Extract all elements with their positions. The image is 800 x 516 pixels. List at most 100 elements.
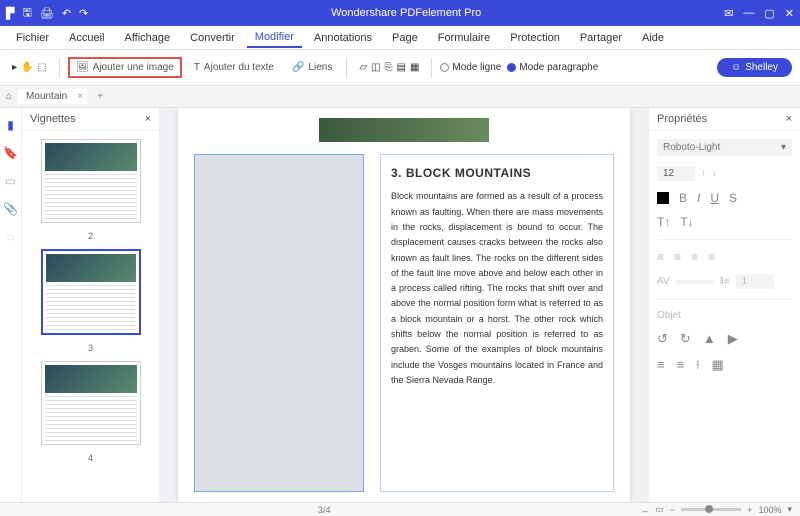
objet-label: Objet	[657, 310, 792, 321]
menu-annotations[interactable]: Annotations	[306, 29, 380, 47]
print-icon[interactable]: 🖨	[40, 7, 54, 20]
char-spacing-input[interactable]	[676, 280, 714, 284]
close-icon[interactable]: ✕	[785, 7, 794, 20]
font-color-swatch[interactable]	[657, 192, 669, 204]
redo-icon[interactable]: ↷	[79, 7, 88, 20]
page-top-image[interactable]	[319, 118, 489, 142]
minimize-icon[interactable]: —	[743, 7, 754, 19]
thumbnails-title: Vignettes	[30, 113, 76, 125]
search-icon[interactable]: ◌	[7, 230, 14, 244]
comments-icon[interactable]: ▭	[5, 174, 16, 188]
obj-align-left-icon[interactable]: ≡	[657, 357, 665, 373]
pointer-icon[interactable]: ▸	[12, 62, 17, 73]
mail-icon[interactable]: ✉	[724, 7, 733, 20]
maximize-icon[interactable]: ▢	[764, 7, 774, 20]
add-text-button[interactable]: T Ajouter du texte	[188, 58, 280, 77]
menu-partager[interactable]: Partager	[572, 29, 630, 47]
title-bar: ▛ 🖫 🖨 ↶ ↷ Wondershare PDFelement Pro ✉ —…	[0, 0, 800, 26]
panel-close-icon[interactable]: ×	[786, 113, 792, 125]
rotate-left-icon[interactable]: ↺	[657, 331, 668, 347]
header-icon[interactable]: ▤	[396, 62, 405, 73]
attachments-icon[interactable]: 📎	[3, 202, 18, 216]
obj-align-v-icon[interactable]: ⟊	[696, 357, 699, 373]
chevron-down-icon[interactable]: ▾	[787, 504, 792, 515]
size-up-icon[interactable]: ↑	[701, 168, 706, 179]
page-indicator: 3/4	[8, 505, 640, 515]
line-spacing-input[interactable]: 1	[736, 274, 774, 289]
superscript-icon[interactable]: T↑	[657, 215, 670, 229]
thumbnail-page-2[interactable]	[41, 139, 141, 223]
subscript-icon[interactable]: T↓	[680, 215, 693, 229]
menu-accueil[interactable]: Accueil	[61, 29, 112, 47]
properties-panel: Propriétés × Roboto-Light ▾ 12 ↑ ↓ B I U…	[648, 108, 800, 502]
obj-align-center-icon[interactable]: ≡	[677, 357, 685, 373]
underline-icon[interactable]: U	[710, 191, 719, 205]
new-tab-icon[interactable]: +	[93, 91, 107, 102]
doc-tab-mountain[interactable]: Mountain ×	[18, 89, 87, 104]
zoom-out-icon[interactable]: −	[670, 505, 675, 515]
background-icon[interactable]: ⎘	[384, 62, 392, 73]
italic-icon[interactable]: I	[697, 191, 700, 205]
divider	[657, 239, 792, 240]
image-placeholder[interactable]	[194, 154, 364, 492]
rotate-right-icon[interactable]: ↻	[680, 331, 691, 347]
menu-formulaire[interactable]: Formulaire	[430, 29, 499, 47]
size-down-icon[interactable]: ↓	[712, 168, 717, 179]
menu-aide[interactable]: Aide	[634, 29, 672, 47]
zoom-in-icon[interactable]: +	[747, 505, 752, 515]
bookmark-icon[interactable]: 🔖	[3, 146, 18, 160]
crop-icon[interactable]: ▱	[359, 62, 367, 73]
menu-page[interactable]: Page	[384, 29, 426, 47]
thumb-label-3: 3	[88, 343, 93, 353]
thumbnail-page-4[interactable]	[41, 361, 141, 445]
align-left-icon[interactable]: ≡	[657, 250, 664, 264]
links-button[interactable]: 🔗 Liens	[286, 58, 338, 77]
align-center-icon[interactable]: ≡	[674, 250, 681, 264]
menu-fichier[interactable]: Fichier	[8, 29, 57, 47]
watermark-icon[interactable]: ◫	[371, 62, 380, 73]
bates-icon[interactable]: ▦	[410, 62, 419, 73]
add-text-label: Ajouter du texte	[204, 62, 274, 73]
tab-close-icon[interactable]: ×	[77, 91, 83, 102]
strike-icon[interactable]: S	[729, 191, 737, 205]
flip-h-icon[interactable]: ▶	[728, 331, 738, 347]
page-canvas: 3. BLOCK MOUNTAINS Block mountains are f…	[178, 108, 630, 502]
home-icon[interactable]: ⌂	[6, 91, 12, 102]
mode-line-radio[interactable]: Mode ligne	[440, 62, 501, 73]
font-size-value: 12	[663, 168, 674, 179]
section-body: Block mountains are formed as a result o…	[391, 189, 603, 388]
zoom-slider[interactable]	[681, 508, 741, 511]
align-justify-icon[interactable]: ≡	[708, 250, 715, 264]
select-icon[interactable]: ⬚	[37, 62, 46, 73]
fit-page-icon[interactable]: ▭	[655, 504, 664, 515]
obj-more-icon[interactable]: ▦	[712, 357, 724, 373]
menu-modifier[interactable]: Modifier	[247, 28, 302, 48]
add-image-label: Ajouter une image	[93, 62, 174, 73]
menu-convertir[interactable]: Convertir	[182, 29, 243, 47]
chevron-down-icon: ▾	[781, 142, 786, 153]
menu-affichage[interactable]: Affichage	[116, 29, 178, 47]
undo-icon[interactable]: ↶	[62, 7, 71, 20]
thumbnails-icon[interactable]: ▮	[7, 118, 14, 132]
font-size-input[interactable]: 12	[657, 166, 695, 181]
menu-protection[interactable]: Protection	[502, 29, 568, 47]
zoom-value: 100%	[758, 505, 781, 515]
thumbnails-list[interactable]: 2 3 4	[22, 131, 159, 502]
align-right-icon[interactable]: ≡	[691, 250, 698, 264]
document-viewport[interactable]: 3. BLOCK MOUNTAINS Block mountains are f…	[160, 108, 648, 502]
add-image-button[interactable]: 🖼 Ajouter une image	[68, 57, 182, 78]
save-icon[interactable]: 🖫	[22, 4, 31, 23]
thumb-label-2: 2	[88, 231, 93, 241]
thumbnail-page-3[interactable]	[41, 249, 141, 335]
bold-icon[interactable]: B	[679, 191, 687, 205]
user-badge[interactable]: ☺ Shelley	[717, 58, 792, 77]
shape-tools: ▱ ◫ ⎘ ▤ ▦	[355, 62, 423, 73]
font-family-select[interactable]: Roboto-Light ▾	[657, 139, 792, 156]
fit-width-icon[interactable]: ↔	[640, 505, 649, 515]
panel-close-icon[interactable]: ×	[145, 113, 151, 125]
mode-line-label: Mode ligne	[452, 62, 501, 73]
hand-icon[interactable]: ✋	[21, 62, 33, 73]
mode-paragraph-radio[interactable]: Mode paragraphe	[507, 62, 598, 73]
flip-v-icon[interactable]: ▲	[703, 331, 716, 347]
text-block[interactable]: 3. BLOCK MOUNTAINS Block mountains are f…	[380, 154, 614, 492]
